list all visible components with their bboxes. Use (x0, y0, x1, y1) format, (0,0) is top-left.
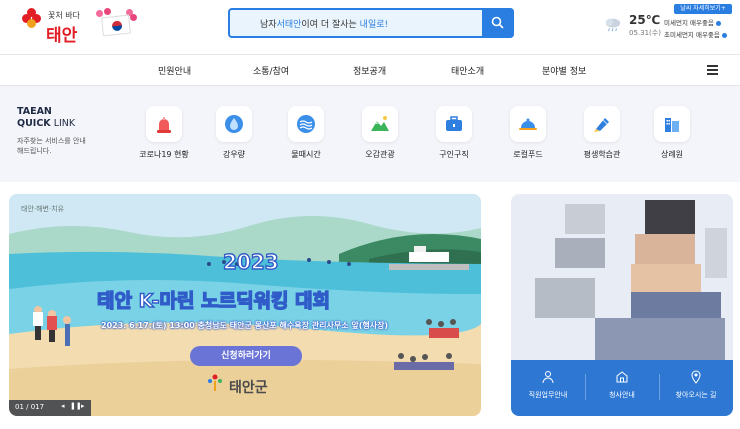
korean-flag-icon (96, 8, 137, 40)
nav-item-info-disclosure[interactable]: 정보공개 (353, 64, 386, 77)
quick-link-rainfall[interactable]: 강우량 (208, 106, 268, 166)
nav-item-civil-service[interactable]: 민원안내 (158, 64, 191, 77)
banner-brand: 태안·해변·치유 (21, 205, 65, 213)
nav-item-field-info[interactable]: 분야별 정보 (542, 64, 586, 77)
quick-link-lifelong-learning[interactable]: 평생학습관 (576, 106, 636, 166)
directions-button[interactable]: 찾아오시는 길 (659, 370, 733, 410)
nav-item-participation[interactable]: 소통/참여 (253, 64, 289, 77)
logo-tagline: 꽃처 바다 (48, 11, 80, 20)
banner-page-count: 01 / 017 (15, 403, 45, 411)
weather-detail-button[interactable]: 날씨 자세히보기+ (674, 4, 732, 14)
quick-link-tourism[interactable]: 오감관광 (354, 106, 414, 166)
mayor-panel: 직원업무안내 청사안내 찾아오시는 길 (511, 194, 733, 416)
menu-icon[interactable] (707, 65, 718, 75)
wave-icon (297, 115, 315, 133)
quick-link-covid[interactable]: 코로나19 현황 (138, 106, 198, 166)
pause-icon[interactable]: ❚❚ (70, 402, 82, 410)
search-slogan[interactable]: 남자서태안이여 더 잘사는 내일로! (260, 17, 388, 30)
office-guide-button[interactable]: 청사안내 (585, 370, 659, 410)
temperature: 25℃ (629, 13, 661, 27)
quick-link-section: TAEAN QUICK LINK 자주찾는 서비스를 안내해드립니다. 코로나1… (0, 86, 740, 182)
main-nav: 민원안내 소통/참여 정보공개 태안소개 분야별 정보 (0, 54, 740, 86)
mayor-photo (535, 198, 727, 360)
taean-logo[interactable]: 꽃처 바다 태안 (22, 6, 84, 46)
quick-link-title: TAEAN QUICK LINK (17, 106, 76, 129)
taean-county-logo: 태안군 (207, 374, 297, 400)
quick-link-tide-times[interactable]: 물때시간 (280, 106, 340, 166)
people-icon (542, 371, 554, 384)
map-pin-icon (691, 370, 701, 384)
prev-icon[interactable]: ◂ (61, 402, 65, 410)
search-icon (491, 16, 504, 29)
county-logo-icon (208, 374, 222, 391)
quick-link-local-food[interactable]: 로컬푸드 (502, 106, 562, 166)
nav-item-about-taean[interactable]: 태안소개 (451, 64, 484, 77)
food-cloche-icon (519, 118, 537, 130)
banner-title: 태안 K-마린 노르딕워킹 대회 (96, 289, 331, 312)
mountain-icon (371, 116, 389, 131)
siren-icon (157, 117, 171, 133)
site-header: 꽃처 바다 태안 남자서태안이여 더 잘사는 내일로! 25℃ 05.31(수)… (0, 0, 740, 50)
logo-name: 태안 (46, 26, 78, 46)
building-outline-icon (616, 371, 628, 383)
briefcase-icon (446, 116, 462, 131)
cloud-rain-icon (605, 18, 621, 32)
weather-date: 05.31(수) (629, 29, 661, 37)
quick-link-funeral-hall[interactable]: 상례원 (646, 106, 706, 166)
event-banner[interactable]: 태안·해변·치유 2023 태안 K-마린 노르딕워킹 대회 2023. 6.1… (9, 194, 481, 416)
fine-dust-status: 미세먼지 매우좋음 (664, 17, 721, 27)
quick-link-jobs[interactable]: 구인구직 (428, 106, 488, 166)
staff-directory-button[interactable]: 직원업무안내 (511, 370, 585, 410)
quick-link-description: 자주찾는 서비스를 안내해드립니다. (17, 137, 86, 155)
mayor-quick-menu: 직원업무안내 청사안내 찾아오시는 길 (511, 360, 733, 416)
apply-button[interactable]: 신청하러가기 (190, 346, 302, 366)
raindrop-icon (225, 115, 243, 133)
building-icon (665, 118, 679, 132)
ultrafine-dust-status: 초미세먼지 매우좋음 (664, 29, 727, 39)
flower-logo-icon (22, 8, 42, 28)
banner-pager: 01 / 017 ◂ ❚❚ ▸ (9, 400, 91, 416)
next-icon[interactable]: ▸ (81, 402, 85, 410)
banner-subtitle: 2023. 6.17.(토) 13:00 충청남도 태안군 몽산포 해수욕장 관… (101, 321, 389, 330)
pen-icon (594, 118, 609, 132)
search-box[interactable]: 남자서태안이여 더 잘사는 내일로! (228, 8, 514, 38)
banner-year: 2023 (222, 249, 279, 274)
search-button[interactable] (482, 8, 514, 38)
